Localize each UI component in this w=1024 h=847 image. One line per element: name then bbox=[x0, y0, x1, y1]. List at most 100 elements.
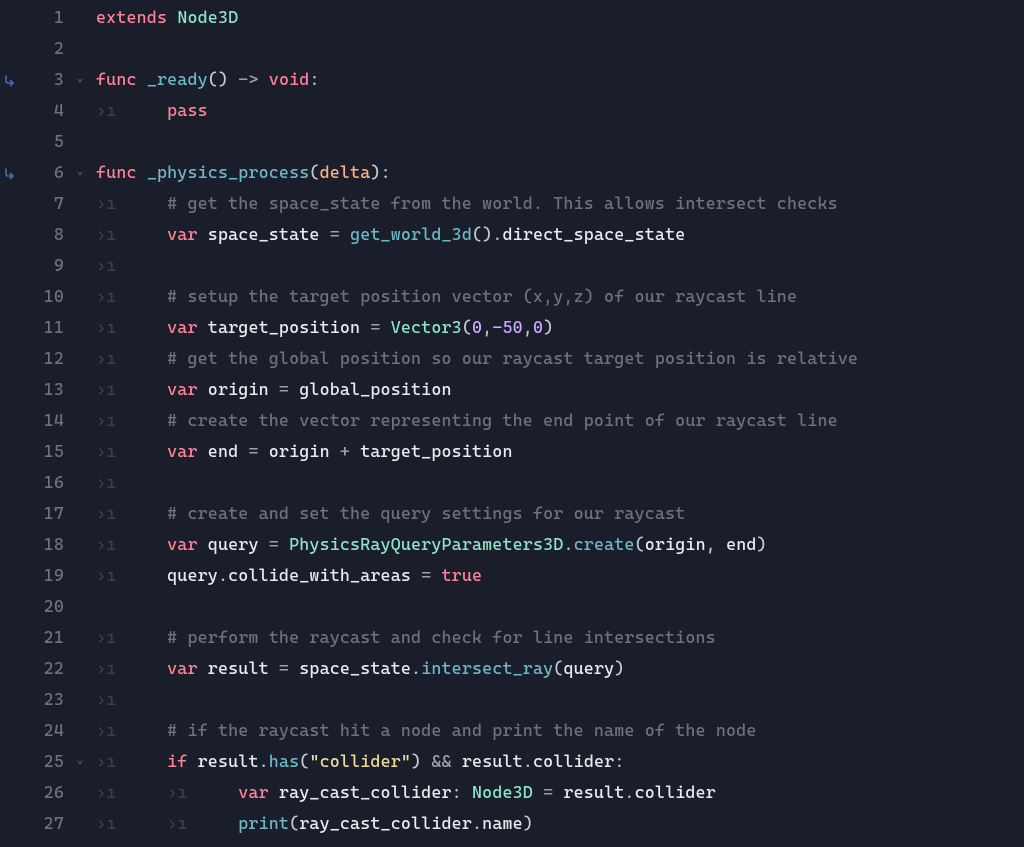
code-line[interactable]: 19 ›ı query.collide_with_areas = true bbox=[0, 560, 1024, 591]
code-line[interactable]: 27›ı ›ı print(ray_cast_collider.name) bbox=[0, 808, 1024, 839]
code-content[interactable]: ›ı var target_position = Vector3(0,-50,0… bbox=[90, 312, 553, 343]
code-line[interactable]: 26›ı ›ı var ray_cast_collider: Node3D = … bbox=[0, 777, 1024, 808]
token-id: target_position bbox=[360, 441, 512, 461]
code-content[interactable]: ›ı # create and set the query settings f… bbox=[90, 498, 685, 529]
token-cls: Node3D bbox=[177, 7, 238, 27]
gutter-override-icon bbox=[0, 73, 22, 87]
token-kw: func bbox=[96, 69, 137, 89]
code-line[interactable]: 18›ı var query = PhysicsRayQueryParamete… bbox=[0, 529, 1024, 560]
code-line[interactable]: 13›ı var origin = global_position bbox=[0, 374, 1024, 405]
code-line[interactable]: 6⌄func _physics_process(delta): bbox=[0, 157, 1024, 188]
code-content[interactable]: ›ı query.collide_with_areas = true bbox=[90, 560, 482, 591]
token-ws: ›ı bbox=[96, 100, 167, 120]
token-id: collide_with_areas bbox=[228, 565, 411, 585]
code-line[interactable]: 11›ı var target_position = Vector3(0,-50… bbox=[0, 312, 1024, 343]
code-content[interactable]: ›ı if result.has("collider") && result.c… bbox=[90, 746, 624, 777]
token-ws: ›ı bbox=[96, 627, 167, 647]
token-id: ray_cast_collider bbox=[279, 782, 452, 802]
code-content[interactable]: ›ı var result = space_state.intersect_ra… bbox=[90, 653, 624, 684]
token-fn: has bbox=[269, 751, 299, 771]
code-line[interactable]: 21›ı # perform the raycast and check for… bbox=[0, 622, 1024, 653]
code-content[interactable]: ›ı # if the raycast hit a node and print… bbox=[90, 715, 756, 746]
token-num: 0 bbox=[472, 317, 482, 337]
token-kw: var bbox=[167, 441, 197, 461]
code-line[interactable]: 9›ı bbox=[0, 250, 1024, 281]
code-line[interactable]: 10›ı # setup the target position vector … bbox=[0, 281, 1024, 312]
code-editor[interactable]: 1extends Node3D23⌄func _ready() -> void:… bbox=[0, 0, 1024, 839]
code-content[interactable]: ›ı # get the global position so our rayc… bbox=[90, 343, 858, 374]
token-ws: ›ı bbox=[96, 720, 167, 740]
code-content[interactable]: ›ı ›ı print(ray_cast_collider.name) bbox=[90, 808, 533, 839]
token bbox=[198, 658, 208, 678]
code-content[interactable]: ›ı bbox=[90, 684, 137, 715]
code-content[interactable]: ›ı # create the vector representing the … bbox=[90, 405, 838, 436]
code-content[interactable]: ›ı var origin = global_position bbox=[90, 374, 452, 405]
code-line[interactable]: 3⌄func _ready() -> void: bbox=[0, 64, 1024, 95]
token-ws: ›ı ›ı bbox=[96, 813, 238, 833]
line-number: 22 bbox=[22, 653, 70, 684]
token-fn: create bbox=[574, 534, 635, 554]
code-content[interactable]: ›ı ›ı var ray_cast_collider: Node3D = re… bbox=[90, 777, 716, 808]
code-content[interactable]: ›ı # setup the target position vector (x… bbox=[90, 281, 797, 312]
code-line[interactable]: 1extends Node3D bbox=[0, 2, 1024, 33]
token-punc: : bbox=[381, 162, 391, 182]
code-line[interactable]: 12›ı # get the global position so our ra… bbox=[0, 343, 1024, 374]
token-cls: Node3D bbox=[472, 782, 533, 802]
token-id: result bbox=[208, 658, 269, 678]
code-line[interactable]: 17›ı # create and set the query settings… bbox=[0, 498, 1024, 529]
token-ws: ›ı bbox=[96, 658, 167, 678]
code-line[interactable]: 5 bbox=[0, 126, 1024, 157]
token bbox=[198, 534, 208, 554]
token-punc: . bbox=[624, 782, 634, 802]
code-content[interactable]: ›ı # get the space_state from the world.… bbox=[90, 188, 838, 219]
token-cls: PhysicsRayQueryParameters3D bbox=[289, 534, 563, 554]
code-content[interactable]: ›ı var end = origin + target_position bbox=[90, 436, 513, 467]
token-cls: Vector3 bbox=[391, 317, 462, 337]
line-number: 3 bbox=[22, 64, 70, 95]
code-content[interactable]: ›ı pass bbox=[90, 95, 208, 126]
token-id: collider bbox=[635, 782, 716, 802]
token-punc: . bbox=[411, 658, 421, 678]
line-number: 7 bbox=[22, 188, 70, 219]
code-line[interactable]: 25⌄›ı if result.has("collider") && resul… bbox=[0, 746, 1024, 777]
line-number: 19 bbox=[22, 560, 70, 591]
code-line[interactable]: 2 bbox=[0, 33, 1024, 64]
token-ws: ›ı bbox=[96, 224, 167, 244]
code-line[interactable]: 24›ı # if the raycast hit a node and pri… bbox=[0, 715, 1024, 746]
token-op: = bbox=[269, 379, 299, 399]
token-punc: : bbox=[309, 69, 319, 89]
code-content[interactable]: ›ı var query = PhysicsRayQueryParameters… bbox=[90, 529, 767, 560]
token-op: -> bbox=[228, 69, 269, 89]
token-punc: () bbox=[472, 224, 492, 244]
token-num: 0 bbox=[533, 317, 543, 337]
code-content[interactable]: ›ı var space_state = get_world_3d().dire… bbox=[90, 219, 685, 250]
fold-toggle-icon[interactable]: ⌄ bbox=[70, 751, 90, 771]
code-line[interactable]: 16 ›ı bbox=[0, 467, 1024, 498]
line-number: 16 bbox=[22, 467, 70, 498]
token-punc: . bbox=[472, 813, 482, 833]
code-line[interactable]: 20 bbox=[0, 591, 1024, 622]
code-line[interactable]: 4›ı pass bbox=[0, 95, 1024, 126]
code-content[interactable]: ›ı bbox=[90, 467, 137, 498]
code-content[interactable]: ›ı # perform the raycast and check for l… bbox=[90, 622, 716, 653]
token-ws: ›ı bbox=[96, 410, 167, 430]
token-parm: delta bbox=[320, 162, 371, 182]
token-kw: var bbox=[167, 224, 197, 244]
code-line[interactable]: 14›ı # create the vector representing th… bbox=[0, 405, 1024, 436]
token-ws: ›ı bbox=[96, 379, 167, 399]
token-kw: var bbox=[167, 658, 197, 678]
code-line[interactable]: 15›ı var end = origin + target_position bbox=[0, 436, 1024, 467]
code-content[interactable]: func _physics_process(delta): bbox=[90, 157, 391, 188]
code-content[interactable]: extends Node3D bbox=[90, 2, 238, 33]
token-punc: . bbox=[563, 534, 573, 554]
code-line[interactable]: 8›ı var space_state = get_world_3d().dir… bbox=[0, 219, 1024, 250]
fold-toggle-icon[interactable]: ⌄ bbox=[70, 69, 90, 89]
code-content[interactable]: func _ready() -> void: bbox=[90, 64, 320, 95]
code-line[interactable]: 7 ›ı # get the space_state from the world… bbox=[0, 188, 1024, 219]
code-content[interactable]: ›ı bbox=[90, 250, 137, 281]
code-line[interactable]: 23›ı bbox=[0, 684, 1024, 715]
fold-toggle-icon[interactable]: ⌄ bbox=[70, 162, 90, 182]
code-line[interactable]: 22 ›ı var result = space_state.intersect_… bbox=[0, 653, 1024, 684]
token-op: = bbox=[259, 534, 289, 554]
token-ws: ›ı bbox=[96, 689, 137, 709]
